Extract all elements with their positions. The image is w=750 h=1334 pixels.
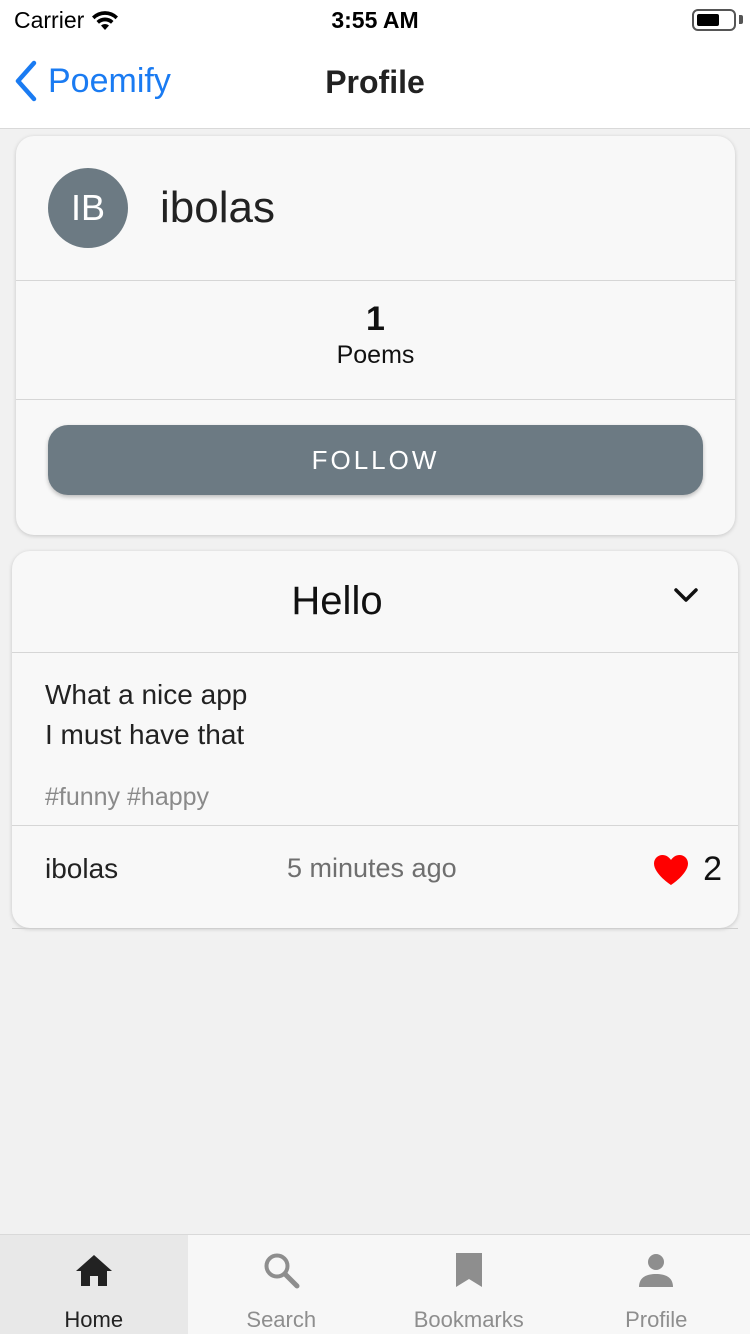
poem-body: What a nice app I must have that #funny … bbox=[45, 675, 705, 812]
avatar: IB bbox=[48, 168, 128, 248]
bookmark-icon bbox=[455, 1253, 482, 1287]
poem-footer: ibolas 5 minutes ago 2 bbox=[12, 825, 738, 928]
poem-timestamp: 5 minutes ago bbox=[287, 853, 457, 883]
poem-tags: #funny #happy bbox=[45, 783, 210, 811]
tab-bar: Home Search Bookmarks Profile bbox=[0, 1234, 750, 1334]
status-bar: Carrier 3:55 AM bbox=[0, 0, 750, 40]
status-time: 3:55 AM bbox=[331, 7, 419, 33]
tab-label: Bookmarks bbox=[413, 1307, 524, 1332]
poem-count: 1 bbox=[366, 300, 385, 338]
poem-card: Hello What a nice app I must have that #… bbox=[12, 551, 738, 928]
like-count: 2 bbox=[703, 850, 722, 888]
tab-bookmarks[interactable]: Bookmarks bbox=[375, 1235, 563, 1334]
profile-card: IB ibolas 1 Poems FOLLOW bbox=[16, 136, 735, 535]
poem-line: What a nice app bbox=[45, 679, 248, 710]
poem-stats: 1 Poems bbox=[16, 282, 735, 400]
follow-button[interactable]: FOLLOW bbox=[48, 425, 703, 495]
poem-author[interactable]: ibolas bbox=[45, 853, 118, 885]
heart-icon bbox=[654, 854, 689, 885]
like-button[interactable]: 2 bbox=[653, 850, 722, 889]
battery-cap bbox=[739, 15, 743, 24]
profile-username: ibolas bbox=[160, 183, 275, 232]
chevron-down-icon[interactable] bbox=[672, 585, 700, 605]
search-icon bbox=[264, 1253, 300, 1289]
poem-count-label: Poems bbox=[336, 341, 415, 369]
poem-line: I must have that bbox=[45, 719, 245, 750]
person-icon bbox=[639, 1254, 674, 1287]
tab-search[interactable]: Search bbox=[188, 1235, 376, 1334]
tab-profile[interactable]: Profile bbox=[563, 1235, 750, 1334]
tab-home[interactable]: Home bbox=[0, 1235, 188, 1334]
home-icon bbox=[75, 1255, 112, 1286]
list-divider bbox=[12, 928, 738, 929]
poem-header[interactable]: Hello bbox=[12, 551, 738, 653]
tab-label: Search bbox=[246, 1307, 317, 1332]
profile-header: IB ibolas bbox=[16, 136, 735, 281]
tab-label: Home bbox=[64, 1307, 124, 1332]
tab-label: Profile bbox=[625, 1307, 688, 1332]
page-title: Profile bbox=[325, 64, 425, 100]
navigation-bar: Poemify Profile bbox=[0, 40, 750, 129]
poem-title: Hello bbox=[291, 579, 383, 623]
battery-icon bbox=[692, 9, 736, 31]
